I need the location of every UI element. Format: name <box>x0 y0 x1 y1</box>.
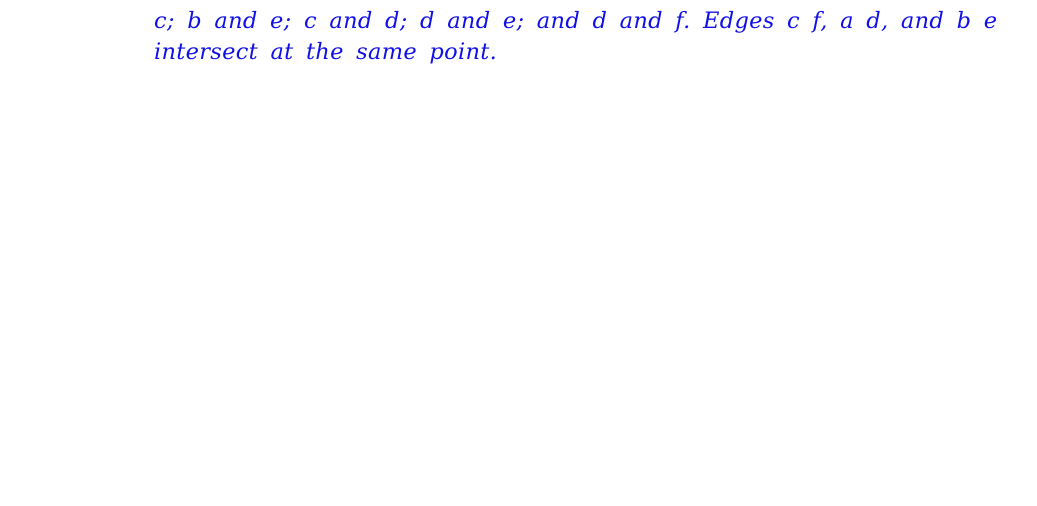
text-line: intersect at the same point. <box>154 39 498 65</box>
text-line: c; b and e; c and d; d and e; and d and … <box>154 8 998 34</box>
paragraph-text: c; b and e; c and d; d and e; and d and … <box>154 6 998 68</box>
